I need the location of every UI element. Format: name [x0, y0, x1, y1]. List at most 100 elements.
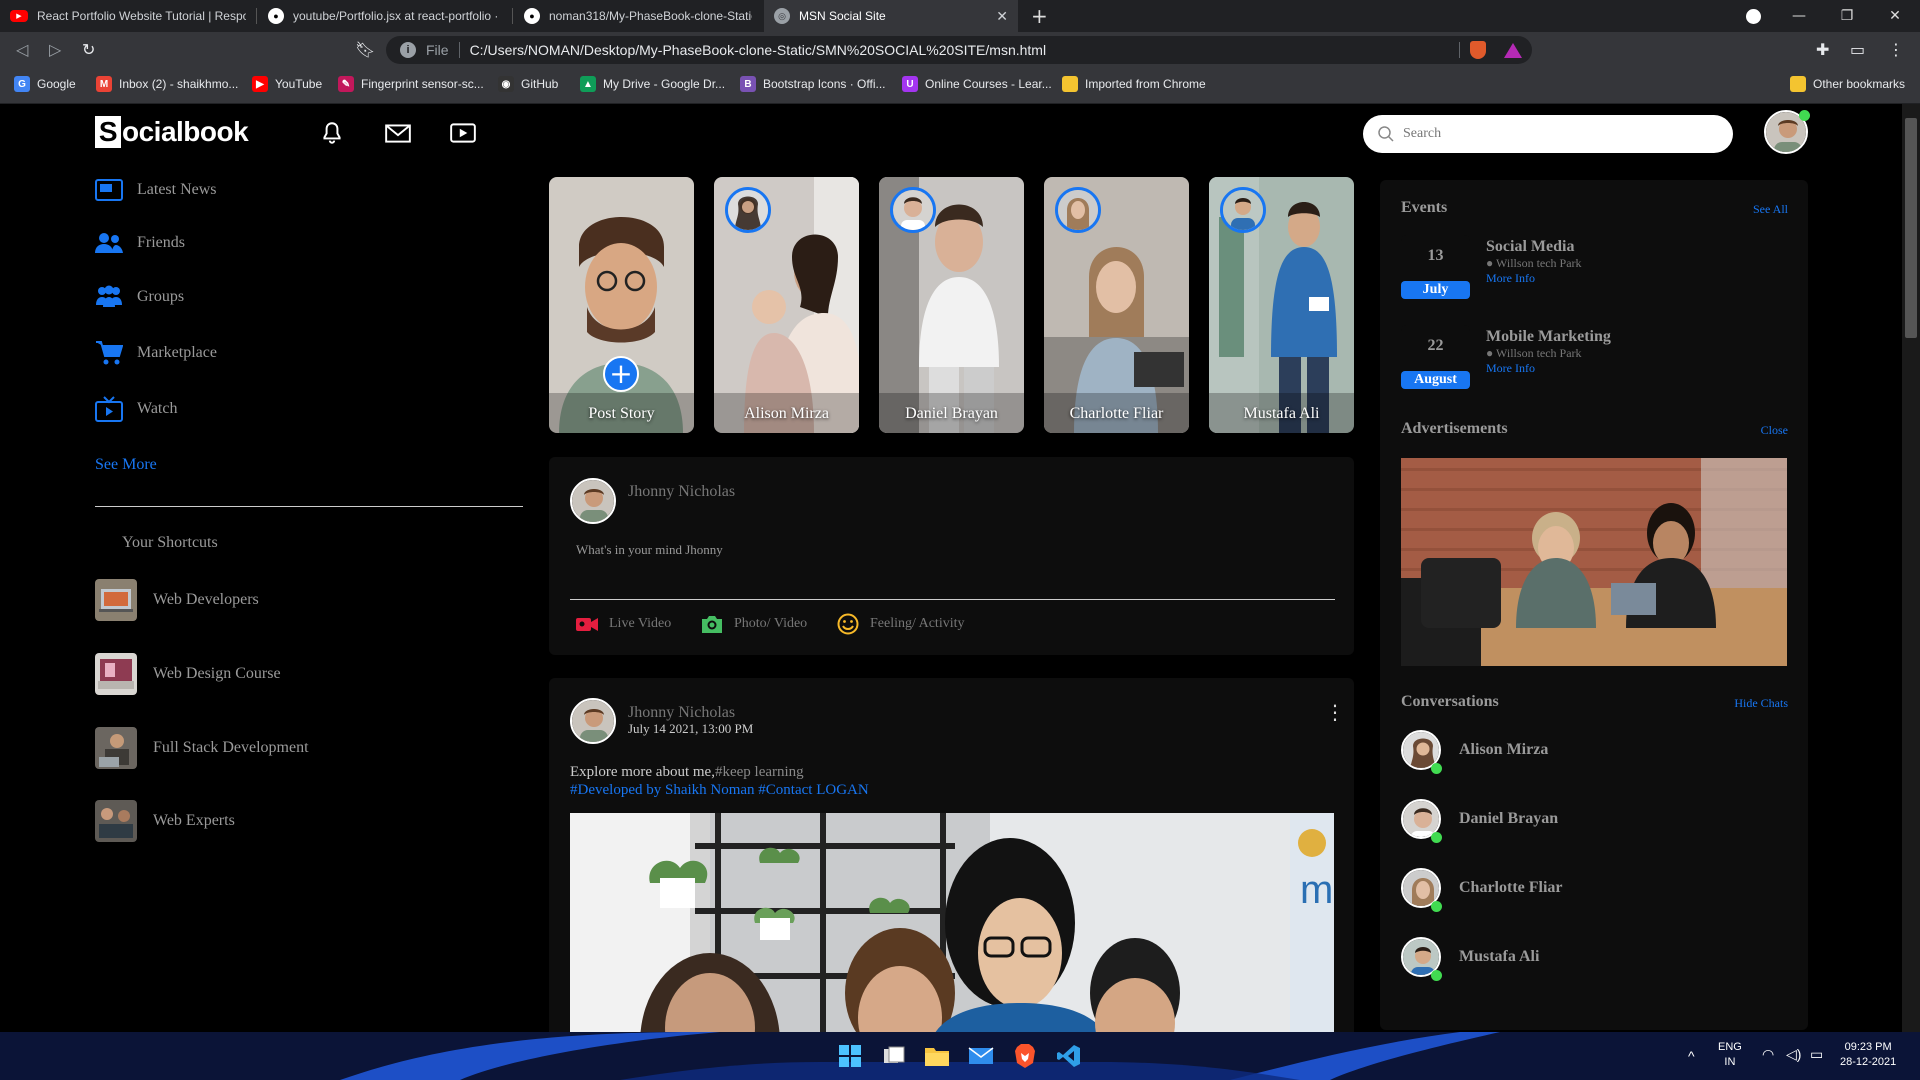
- post-author-name[interactable]: Jhonny Nicholas: [628, 704, 735, 722]
- composer-input[interactable]: What's in your mind Jhonny: [570, 542, 1335, 600]
- clock[interactable]: 09:23 PM 28-12-2021: [1840, 1040, 1896, 1070]
- show-hidden-icons[interactable]: ^: [1688, 1049, 1695, 1064]
- shortcut-web-developers[interactable]: Web Developers: [95, 579, 259, 621]
- conversation-item[interactable]: Daniel Brayan: [1401, 799, 1558, 839]
- address-bar[interactable]: i File C:/Users/NOMAN/Desktop/My-PhaseBo…: [386, 36, 1532, 64]
- windows-start-icon[interactable]: [834, 1040, 866, 1072]
- photo-video-button[interactable]: Photo/ Video: [700, 613, 807, 635]
- volume-icon[interactable]: ◁): [1786, 1047, 1801, 1062]
- brave-browser-icon[interactable]: [1009, 1040, 1041, 1072]
- conversation-item[interactable]: Charlotte Fliar: [1401, 868, 1563, 908]
- task-view-icon[interactable]: [878, 1040, 910, 1072]
- post-author-avatar[interactable]: [570, 698, 616, 744]
- tab-title: youtube/Portfolio.jsx at react-portfolio…: [293, 9, 502, 23]
- bookmark-item[interactable]: ▲ My Drive - Google Dr...: [580, 76, 725, 92]
- bell-icon[interactable]: [319, 120, 345, 146]
- mail-icon[interactable]: [384, 120, 412, 146]
- folder-icon: [1790, 76, 1806, 92]
- hide-chats-link[interactable]: Hide Chats: [1734, 696, 1788, 711]
- post-hashtag[interactable]: #keep learning: [715, 764, 804, 780]
- bookmark-item[interactable]: Imported from Chrome: [1062, 76, 1206, 92]
- see-all-events-link[interactable]: See All: [1753, 202, 1788, 217]
- bookmark-item[interactable]: U Online Courses - Lear...: [902, 76, 1052, 92]
- mail-app-icon[interactable]: [965, 1040, 997, 1072]
- shortcut-web-experts[interactable]: Web Experts: [95, 800, 235, 842]
- post-image[interactable]: m: [570, 813, 1334, 1038]
- site-logo[interactable]: S ocialbook: [95, 116, 249, 148]
- story-name: Post Story: [588, 405, 655, 422]
- shortcut-full-stack-development[interactable]: Full Stack Development: [95, 727, 309, 769]
- browser-tab-active[interactable]: ◎ MSN Social Site ✕: [764, 0, 1018, 32]
- back-icon[interactable]: ◁: [16, 40, 28, 59]
- profile-icon[interactable]: [1728, 0, 1778, 32]
- scrollbar-thumb[interactable]: [1905, 118, 1917, 338]
- event-location-text: Willson tech Park: [1496, 346, 1582, 360]
- battery-icon[interactable]: ▭: [1810, 1047, 1823, 1062]
- shortcut-web-design-course[interactable]: Web Design Course: [95, 653, 281, 695]
- brave-shield-icon[interactable]: [1470, 41, 1486, 59]
- location-pin-icon: ●: [1486, 346, 1494, 360]
- address-url[interactable]: C:/Users/NOMAN/Desktop/My-PhaseBook-clon…: [470, 42, 1047, 58]
- event-day: 22: [1427, 337, 1444, 354]
- bookmark-item[interactable]: ✎ Fingerprint sensor-sc...: [338, 76, 484, 92]
- story-card[interactable]: Alison Mirza: [714, 177, 859, 433]
- bookmark-item[interactable]: G Google: [14, 76, 76, 92]
- vscode-icon[interactable]: [1053, 1040, 1085, 1072]
- reload-icon[interactable]: ↻: [82, 40, 95, 59]
- minimize-icon[interactable]: —: [1774, 0, 1824, 32]
- advertisement-image[interactable]: [1401, 458, 1787, 666]
- sidebar-item-latest-news[interactable]: Latest News: [95, 178, 217, 202]
- shortcut-thumbnail: [95, 800, 137, 842]
- online-status-dot: [1431, 763, 1442, 774]
- live-video-button[interactable]: Live Video: [575, 613, 671, 635]
- browser-tab-1[interactable]: ▶ React Portfolio Website Tutorial | Res…: [0, 0, 256, 32]
- close-tab-icon[interactable]: ✕: [996, 8, 1008, 25]
- wifi-icon[interactable]: ◠: [1762, 1047, 1774, 1062]
- event-more-info-link[interactable]: More Info: [1486, 271, 1582, 286]
- watch-icon: [95, 396, 123, 422]
- bookmark-icon[interactable]: 🔖︎: [355, 40, 375, 59]
- search-input[interactable]: [1403, 126, 1703, 142]
- right-sidebar: Events See All 13 July Social Media ● Wi…: [1380, 180, 1808, 1030]
- story-card-post[interactable]: + Post Story: [549, 177, 694, 433]
- bookmark-item[interactable]: ◉ GitHub: [498, 76, 558, 92]
- browser-tab-3[interactable]: ● noman318/My-PhaseBook-clone-Static: [514, 0, 762, 32]
- bookmark-item[interactable]: M Inbox (2) - shaikhmo...: [96, 76, 238, 92]
- close-window-icon[interactable]: ✕: [1870, 0, 1920, 32]
- browser-tab-2[interactable]: ● youtube/Portfolio.jsx at react-portfol…: [258, 0, 512, 32]
- story-card[interactable]: Charlotte Fliar: [1044, 177, 1189, 433]
- other-bookmarks[interactable]: Other bookmarks: [1790, 76, 1905, 92]
- see-more-link[interactable]: See More: [95, 456, 157, 474]
- sidebar-item-friends[interactable]: Friends: [95, 231, 185, 255]
- language-indicator[interactable]: ENG IN: [1718, 1040, 1742, 1070]
- sidebar-item-marketplace[interactable]: Marketplace: [95, 341, 217, 365]
- new-tab-icon[interactable]: +: [1031, 4, 1048, 28]
- logo-mark: S: [95, 116, 121, 148]
- sidebar-item-groups[interactable]: Groups: [95, 285, 184, 309]
- region-code: IN: [1724, 1056, 1736, 1068]
- search-box[interactable]: [1363, 115, 1733, 153]
- post-date: July 14 2021, 13:00 PM: [628, 721, 754, 736]
- file-explorer-icon[interactable]: [921, 1040, 953, 1072]
- sidebar-item-watch[interactable]: Watch: [95, 396, 177, 422]
- bookmark-item[interactable]: ▶ YouTube: [252, 76, 322, 92]
- close-ads-link[interactable]: Close: [1761, 423, 1788, 438]
- video-icon[interactable]: [449, 120, 477, 146]
- post-hashtag-links[interactable]: #Developed by Shaikh Noman #Contact LOGA…: [570, 782, 869, 798]
- event-more-info-link[interactable]: More Info: [1486, 361, 1611, 376]
- brave-rewards-icon[interactable]: [1504, 42, 1522, 58]
- add-story-icon[interactable]: +: [603, 356, 639, 392]
- conversation-item[interactable]: Alison Mirza: [1401, 730, 1548, 770]
- story-card[interactable]: Mustafa Ali: [1209, 177, 1354, 433]
- extensions-icon[interactable]: ✚: [1816, 40, 1829, 59]
- conversation-item[interactable]: Mustafa Ali: [1401, 937, 1539, 977]
- menu-icon[interactable]: ⋮: [1888, 40, 1904, 59]
- story-card[interactable]: Daniel Brayan: [879, 177, 1024, 433]
- bookmark-item[interactable]: B Bootstrap Icons · Offi...: [740, 76, 886, 92]
- more-options-icon[interactable]: ⋮: [1325, 700, 1345, 724]
- forward-icon[interactable]: ▷: [49, 40, 61, 59]
- wallet-icon[interactable]: ▭: [1850, 40, 1865, 59]
- restore-icon[interactable]: ❐: [1822, 0, 1872, 32]
- info-icon[interactable]: i: [400, 42, 416, 58]
- feeling-activity-button[interactable]: Feeling/ Activity: [836, 613, 965, 635]
